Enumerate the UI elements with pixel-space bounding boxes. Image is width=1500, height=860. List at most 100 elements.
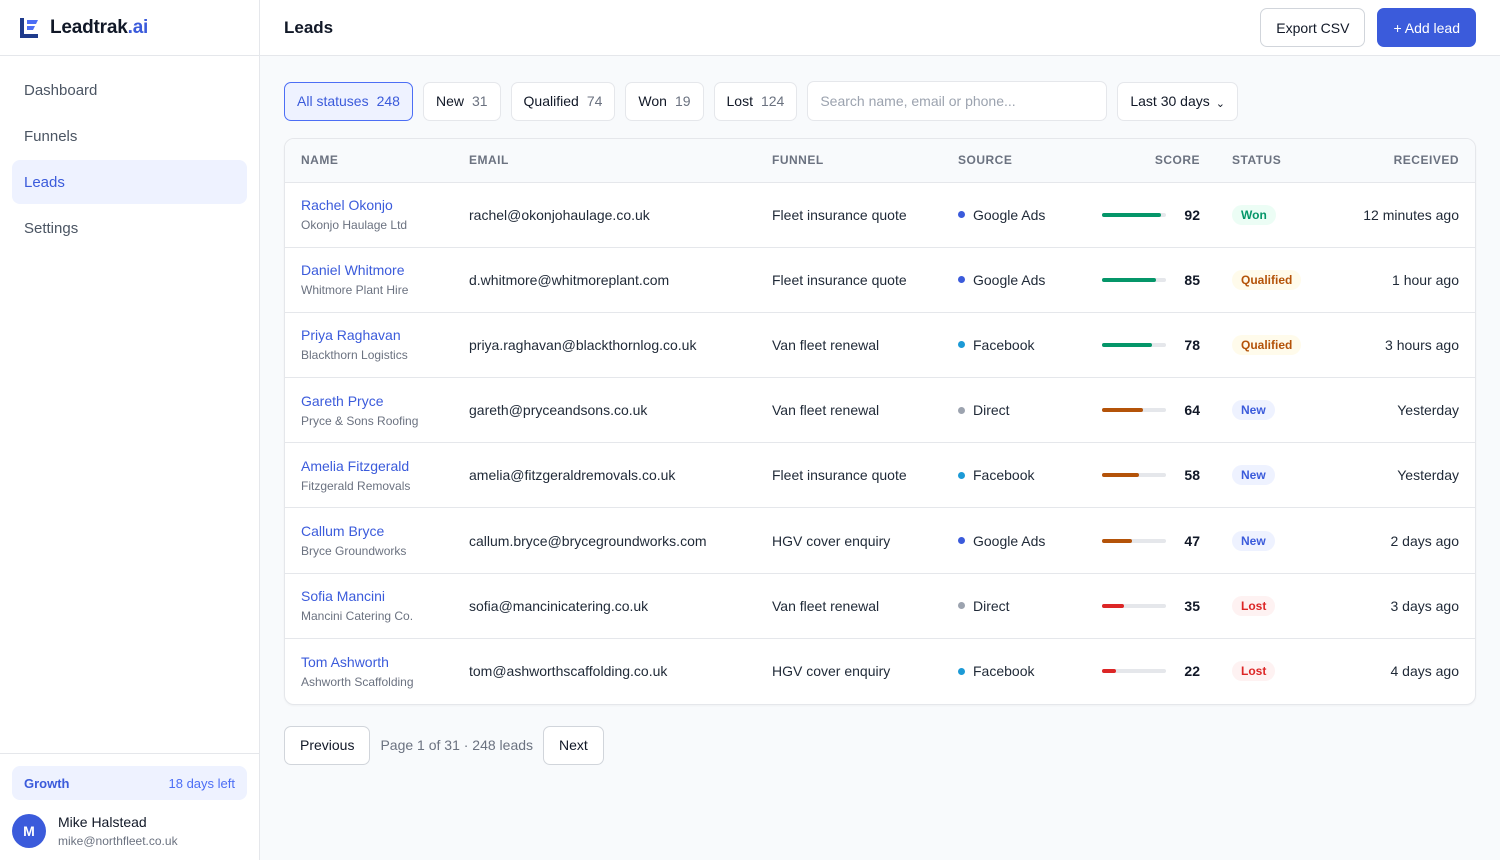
brand[interactable]: Leadtrak.ai — [0, 0, 259, 56]
search-input[interactable] — [807, 81, 1108, 121]
table-row[interactable]: Amelia Fitzgerald Fitzgerald Removals amel… — [285, 443, 1475, 508]
column-header-status[interactable]: Status — [1216, 139, 1326, 183]
user-profile[interactable]: M Mike Halstead mike@northfleet.co.uk — [12, 814, 247, 848]
lead-name-link[interactable]: Daniel Whitmore — [301, 262, 437, 278]
lead-name-link[interactable]: Amelia Fitzgerald — [301, 458, 437, 474]
cell-source: Google Ads — [942, 508, 1072, 573]
table-row[interactable]: Rachel Okonjo Okonjo Haulage Ltd rachel@ok… — [285, 182, 1475, 248]
add-lead-button[interactable]: + Add lead — [1377, 8, 1476, 47]
date-range-select[interactable]: Last 30 days ⌄ — [1117, 81, 1238, 121]
column-header-received[interactable]: Received — [1326, 139, 1475, 183]
filter-chip-new[interactable]: New 31 — [422, 81, 501, 121]
filter-chip-won[interactable]: Won 19 — [625, 81, 704, 121]
table-row[interactable]: Callum Bryce Bryce Groundworks callum.bryc… — [285, 508, 1475, 574]
cell-funnel: Van fleet renewal — [772, 597, 880, 614]
export-csv-button[interactable]: Export CSV — [1260, 8, 1366, 47]
filter-bar: All statuses 248 New 31 Qualified 74 Won 19 … — [284, 81, 1476, 121]
cell-funnel: Van fleet renewal — [772, 336, 880, 353]
cell-funnel: Fleet insurance quote — [772, 467, 907, 484]
score-bar — [1102, 538, 1166, 543]
cell-status: New — [1216, 508, 1326, 573]
pagination: Previous Page 1 of 31 · 248 leads Next — [284, 725, 1476, 765]
lead-name-link[interactable]: Rachel Okonjo — [301, 197, 437, 213]
cell-name: Rachel Okonjo Okonjo Haulage Ltd — [285, 182, 453, 247]
cell-received: 3 hours ago — [1385, 336, 1459, 353]
score-value: 58 — [1184, 467, 1200, 484]
source-label: Direct — [973, 402, 1010, 419]
table-row[interactable]: Priya Raghavan Blackthorn Logistics priya.… — [285, 312, 1475, 378]
chip-count: 74 — [586, 93, 603, 109]
sidebar-item-leads[interactable]: Leads — [12, 160, 247, 204]
score-bar — [1102, 277, 1166, 282]
cell-name: Tom Ashworth Ashworth Scaffolding — [285, 638, 453, 703]
chip-label: Qualified — [523, 93, 579, 109]
source-label: Google Ads — [973, 532, 1046, 549]
cell-source: Direct — [942, 378, 1072, 443]
score-bar-fill — [1102, 212, 1161, 217]
sidebar-item-settings[interactable]: Settings — [12, 206, 247, 250]
plan-banner[interactable]: Growth 18 days left — [12, 766, 247, 800]
chip-count: 31 — [471, 93, 488, 109]
filter-chip-all[interactable]: All statuses 248 — [284, 81, 413, 121]
cell-score: 58 — [1072, 443, 1216, 508]
lead-name-link[interactable]: Gareth Pryce — [301, 393, 437, 409]
cell-received: 3 days ago — [1390, 597, 1460, 614]
sidebar-footer: Growth 18 days left M Mike Halstead mike… — [0, 753, 259, 860]
cell-email: rachel@okonjohaulage.co.uk — [469, 206, 650, 223]
score-bar — [1102, 342, 1166, 347]
lead-company: Blackthorn Logistics — [301, 348, 408, 363]
column-header-name[interactable]: Name — [285, 139, 453, 183]
next-page-button[interactable]: Next — [543, 725, 604, 765]
cell-name: Gareth Pryce Pryce & Sons Roofing — [285, 378, 453, 443]
chip-label: Won — [638, 93, 667, 109]
cell-name: Priya Raghavan Blackthorn Logistics — [285, 312, 453, 377]
filter-chip-lost[interactable]: Lost 124 — [713, 81, 798, 121]
score-bar-fill — [1102, 603, 1125, 608]
top-actions: Export CSV + Add lead — [1260, 8, 1476, 47]
table-row[interactable]: Tom Ashworth Ashworth Scaffolding tom@ashw… — [285, 638, 1475, 703]
cell-received: 1 hour ago — [1392, 271, 1459, 288]
status-badge: Lost — [1232, 595, 1276, 616]
lead-company: Bryce Groundworks — [301, 544, 407, 559]
cell-email: sofia@mancinicatering.co.uk — [469, 597, 649, 614]
plan-name: Growth — [24, 775, 70, 791]
cell-funnel: Van fleet renewal — [772, 402, 880, 419]
status-badge: Qualified — [1232, 269, 1302, 290]
score-bar-fill — [1102, 277, 1157, 282]
previous-page-button[interactable]: Previous — [284, 725, 371, 765]
column-header-source[interactable]: Source — [942, 139, 1072, 183]
cell-name: Callum Bryce Bryce Groundworks — [285, 508, 453, 573]
status-badge: Won — [1232, 204, 1276, 225]
table-row[interactable]: Sofia Mancini Mancini Catering Co. sofia@m… — [285, 573, 1475, 639]
cell-score: 78 — [1072, 312, 1216, 377]
status-badge: New — [1232, 465, 1275, 486]
source-dot-icon — [958, 537, 965, 545]
table-row[interactable]: Gareth Pryce Pryce & Sons Roofing gareth@p… — [285, 378, 1475, 443]
cell-email: gareth@pryceandsons.co.uk — [469, 402, 648, 419]
lead-name-link[interactable]: Tom Ashworth — [301, 654, 437, 670]
score-bar — [1102, 473, 1166, 478]
column-header-score[interactable]: Score — [1072, 139, 1216, 183]
score-value: 47 — [1184, 532, 1200, 549]
table-row[interactable]: Daniel Whitmore Whitmore Plant Hire d.whit… — [285, 247, 1475, 313]
cell-score: 22 — [1072, 638, 1216, 703]
cell-score: 35 — [1072, 573, 1216, 638]
source-dot-icon — [958, 211, 965, 219]
chip-count: 248 — [376, 93, 400, 109]
sidebar-item-funnels[interactable]: Funnels — [12, 114, 247, 158]
source-label: Google Ads — [973, 271, 1046, 288]
lead-name-link[interactable]: Priya Raghavan — [301, 327, 437, 343]
main-area: Leads Export CSV + Add lead All statuses… — [260, 0, 1500, 860]
cell-received: Yesterday — [1397, 467, 1459, 484]
column-header-funnel[interactable]: Funnel — [756, 139, 942, 183]
lead-name-link[interactable]: Sofia Mancini — [301, 588, 437, 604]
column-header-email[interactable]: Email — [453, 139, 756, 183]
filter-chip-qualified[interactable]: Qualified 74 — [510, 81, 616, 121]
status-badge: Lost — [1232, 661, 1276, 682]
lead-company: Ashworth Scaffolding — [301, 674, 414, 689]
lead-name-link[interactable]: Callum Bryce — [301, 523, 437, 539]
sidebar-item-dashboard[interactable]: Dashboard — [12, 68, 247, 112]
score-bar — [1102, 603, 1166, 608]
sidebar-nav: Dashboard Funnels Leads Settings — [0, 56, 259, 753]
source-dot-icon — [958, 602, 965, 610]
